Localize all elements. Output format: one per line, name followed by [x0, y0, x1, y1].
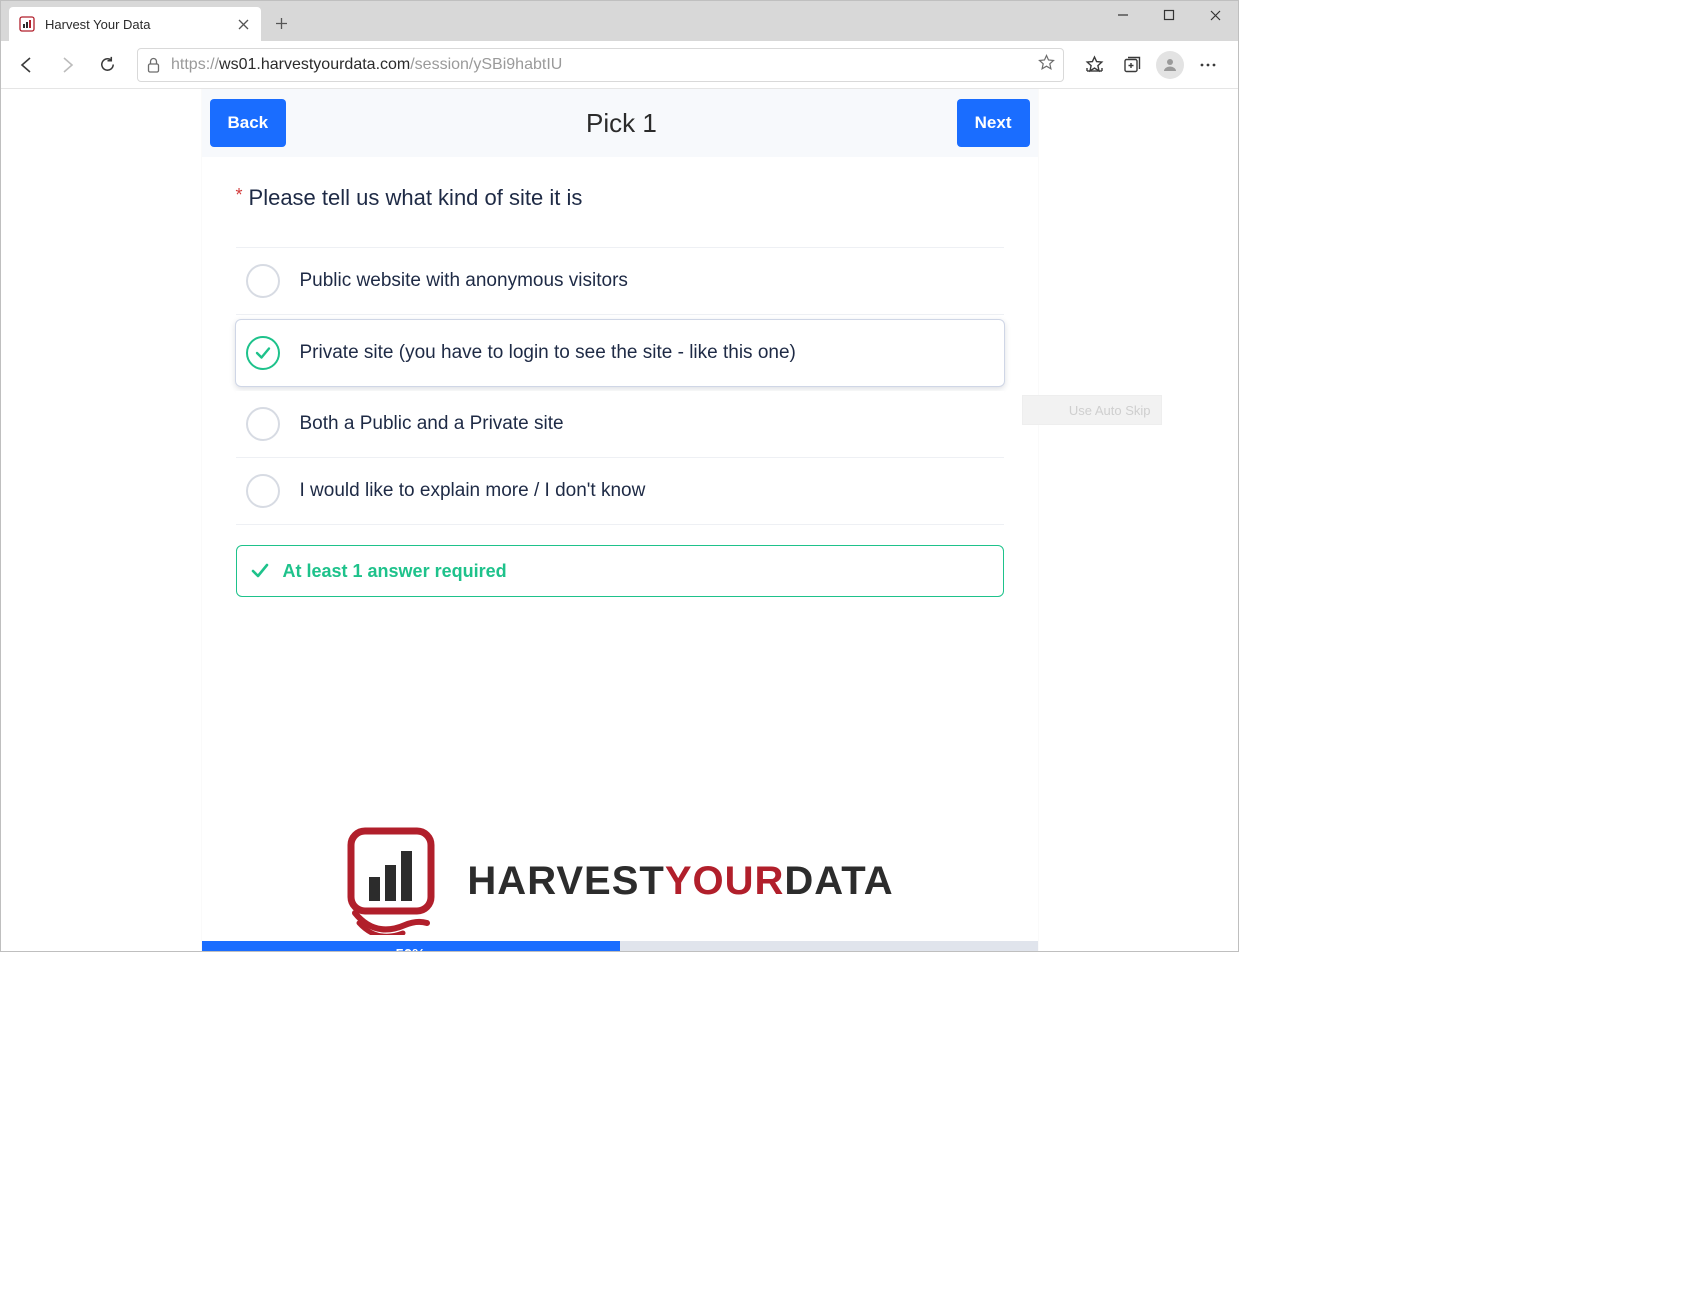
- lock-icon: [146, 57, 161, 73]
- survey-content: *Please tell us what kind of site it is …: [202, 157, 1038, 941]
- toolbar-right: [1076, 47, 1230, 83]
- close-window-button[interactable]: [1192, 1, 1238, 29]
- survey-page: Back Pick 1 Next *Please tell us what ki…: [202, 89, 1038, 951]
- favorite-star-icon[interactable]: [1038, 54, 1055, 76]
- option-both[interactable]: Both a Public and a Private site: [236, 391, 1004, 458]
- check-icon: [249, 560, 271, 582]
- window-controls: [1100, 1, 1238, 29]
- profile-avatar[interactable]: [1152, 47, 1188, 83]
- favorites-icon[interactable]: [1076, 47, 1112, 83]
- option-label: Private site (you have to login to see t…: [300, 342, 796, 364]
- reload-button[interactable]: [89, 47, 125, 83]
- option-label: I would like to explain more / I don't k…: [300, 480, 646, 502]
- radio-icon: [246, 336, 280, 370]
- url-text: https://ws01.harvestyourdata.com/session…: [171, 56, 1030, 74]
- minimize-button[interactable]: [1100, 1, 1146, 29]
- radio-icon: [246, 474, 280, 508]
- progress-bar: 50%: [202, 941, 1038, 951]
- survey-header: Back Pick 1 Next: [202, 89, 1038, 157]
- more-menu-icon[interactable]: [1190, 47, 1226, 83]
- new-tab-button[interactable]: [265, 7, 297, 39]
- browser-window: Harvest Your Data https://ws01.harvestyo…: [0, 0, 1239, 952]
- validation-text: At least 1 answer required: [283, 561, 507, 582]
- question-text: *Please tell us what kind of site it is: [236, 185, 1004, 211]
- radio-icon: [246, 407, 280, 441]
- page-title: Pick 1: [586, 108, 657, 139]
- radio-icon: [246, 264, 280, 298]
- option-private[interactable]: Private site (you have to login to see t…: [235, 319, 1005, 387]
- nav-back-button[interactable]: [9, 47, 45, 83]
- back-button[interactable]: Back: [210, 99, 287, 147]
- browser-toolbar: https://ws01.harvestyourdata.com/session…: [1, 41, 1238, 89]
- progress-fill: 50%: [202, 941, 620, 951]
- footer-logo: HARVESTYOURDATA: [236, 827, 1004, 941]
- close-tab-icon[interactable]: [235, 16, 251, 32]
- required-mark: *: [236, 185, 243, 205]
- collections-icon[interactable]: [1114, 47, 1150, 83]
- auto-skip-hint[interactable]: Use Auto Skip: [1022, 395, 1162, 425]
- logo-mark-icon: [345, 827, 437, 935]
- next-button[interactable]: Next: [957, 99, 1030, 147]
- maximize-button[interactable]: [1146, 1, 1192, 29]
- favicon-icon: [19, 16, 35, 32]
- progress-label: 50%: [395, 946, 425, 952]
- viewport: Back Pick 1 Next *Please tell us what ki…: [1, 89, 1238, 951]
- browser-tab[interactable]: Harvest Your Data: [9, 7, 261, 41]
- address-bar[interactable]: https://ws01.harvestyourdata.com/session…: [137, 48, 1064, 82]
- option-public[interactable]: Public website with anonymous visitors: [236, 248, 1004, 315]
- options-list: Public website with anonymous visitors P…: [236, 247, 1004, 525]
- nav-forward-button[interactable]: [49, 47, 85, 83]
- validation-message: At least 1 answer required: [236, 545, 1004, 597]
- logo-text: HARVESTYOURDATA: [467, 859, 893, 904]
- tab-bar: Harvest Your Data: [1, 1, 1238, 41]
- tab-title: Harvest Your Data: [45, 17, 235, 32]
- option-explain[interactable]: I would like to explain more / I don't k…: [236, 458, 1004, 525]
- option-label: Public website with anonymous visitors: [300, 270, 628, 292]
- option-label: Both a Public and a Private site: [300, 413, 564, 435]
